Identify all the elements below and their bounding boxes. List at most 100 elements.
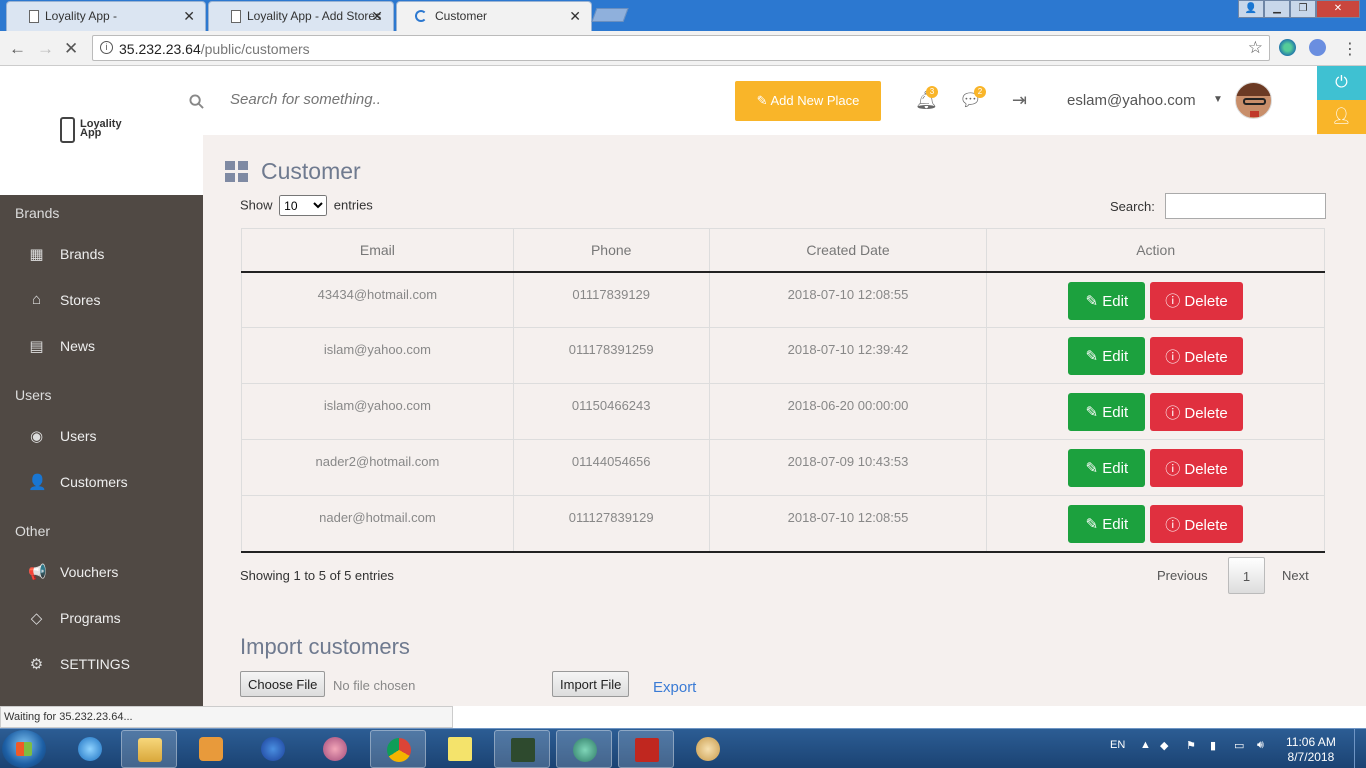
sidebar-section-users: Users: [15, 387, 52, 403]
sidebar-item-customers[interactable]: 👤 Customers: [0, 465, 203, 501]
newspaper-icon: ▤: [29, 338, 44, 355]
volume-icon[interactable]: 🔊︎: [1257, 739, 1264, 752]
delete-button[interactable]: ⓘ Delete: [1149, 393, 1243, 431]
new-tab-button[interactable]: [591, 8, 629, 22]
device-icon[interactable]: ▮: [1210, 739, 1216, 752]
edit-button[interactable]: ✎ Edit: [1068, 505, 1146, 543]
column-header-created-date[interactable]: Created Date: [708, 228, 988, 273]
info-icon[interactable]: i: [100, 41, 113, 54]
internet-explorer-icon[interactable]: [62, 730, 118, 768]
tab-title: Customer: [435, 9, 488, 23]
language-indicator[interactable]: EN: [1110, 739, 1125, 751]
forward-icon[interactable]: →: [37, 39, 54, 59]
menu-dots-icon[interactable]: ⋮: [1342, 39, 1358, 59]
sidebar-item-vouchers[interactable]: 📢 Vouchers: [0, 555, 203, 591]
power-icon[interactable]: ⏻: [1317, 66, 1366, 100]
cell-created-date: 2018-07-10 12:08:55: [708, 495, 988, 553]
browser-tabstrip: Loyality App - ✕ Loyality App - Add Stor…: [0, 0, 1366, 31]
avatar[interactable]: [1235, 82, 1272, 119]
question-circle-icon: ⓘ: [1165, 460, 1185, 478]
tray-arrow-icon[interactable]: ▲: [1140, 739, 1151, 751]
sidebar-item-stores[interactable]: ⌂ Stores: [0, 283, 203, 319]
chrome-icon[interactable]: [370, 730, 426, 768]
export-link[interactable]: Export: [653, 679, 696, 696]
atom-editor-icon[interactable]: [556, 730, 612, 768]
show-desktop-button[interactable]: [1354, 729, 1366, 768]
monitor-icon[interactable]: ▭: [1234, 739, 1244, 752]
add-new-place-button[interactable]: ✎ Add New Place: [735, 81, 881, 121]
terminal-icon[interactable]: [494, 730, 550, 768]
edit-button[interactable]: ✎ Edit: [1068, 337, 1146, 375]
window-controls: 👤 ▁ ❐ ✕: [1238, 0, 1360, 20]
browser-tab-active[interactable]: Customer ✕: [396, 1, 592, 31]
sidebar-section-other: Other: [15, 523, 51, 539]
stop-icon[interactable]: ✕: [64, 39, 78, 59]
column-header-email[interactable]: Email: [241, 228, 514, 273]
sidebar-item-news[interactable]: ▤ News: [0, 329, 203, 365]
browser-tab[interactable]: Loyality App - ✕: [6, 1, 206, 31]
delete-button[interactable]: ⓘ Delete: [1149, 505, 1243, 543]
pagination-page-current[interactable]: 1: [1228, 557, 1265, 594]
search-input[interactable]: [230, 91, 680, 108]
cell-email: nader@hotmail.com: [241, 495, 514, 553]
sticky-notes-icon[interactable]: [432, 730, 488, 768]
close-window-icon[interactable]: ✕: [1316, 0, 1360, 18]
filezilla-icon[interactable]: [618, 730, 674, 768]
firefox-icon[interactable]: [245, 730, 301, 768]
entries-select[interactable]: 10: [279, 195, 328, 216]
back-icon[interactable]: ←: [9, 39, 26, 59]
edit-button[interactable]: ✎ Edit: [1068, 449, 1146, 487]
delete-button[interactable]: ⓘ Delete: [1149, 449, 1243, 487]
url-host: 35.232.23.64: [119, 41, 201, 57]
flag-icon[interactable]: ⚑: [1186, 739, 1196, 752]
profile-icon[interactable]: 👤: [1238, 0, 1264, 18]
loading-spinner-icon: [415, 10, 427, 22]
showing-entries-info: Showing 1 to 5 of 5 entries: [240, 568, 394, 583]
file-status: No file chosen: [333, 678, 416, 693]
column-header-phone[interactable]: Phone: [512, 228, 710, 273]
file-explorer-icon[interactable]: [121, 730, 177, 768]
edit-button[interactable]: ✎ Edit: [1068, 393, 1146, 431]
media-player-icon[interactable]: [183, 730, 239, 768]
table-row: nader2@hotmail.com 01144054656 2018-07-0…: [241, 439, 1325, 496]
start-button[interactable]: [2, 730, 46, 768]
bookmark-star-icon[interactable]: ☆: [1248, 38, 1263, 58]
table-search-input[interactable]: [1165, 193, 1326, 219]
paint-palette-icon[interactable]: [680, 730, 736, 768]
pagination-next[interactable]: Next: [1282, 557, 1309, 594]
system-clock[interactable]: 11:06 AM 8/7/2018: [1286, 735, 1336, 765]
edit-button[interactable]: ✎ Edit: [1068, 281, 1146, 320]
extension-globe-icon[interactable]: [1279, 39, 1296, 56]
sidebar-item-settings[interactable]: ⚙ SETTINGS: [0, 647, 203, 683]
search-icon[interactable]: [189, 94, 204, 109]
browser-tab[interactable]: Loyality App - Add Stores ✕: [208, 1, 394, 31]
edit-icon: ✎: [1085, 404, 1103, 421]
extension-r-icon[interactable]: [1309, 39, 1326, 56]
import-file-button[interactable]: Import File: [552, 671, 630, 697]
paint-tool-icon[interactable]: [307, 730, 363, 768]
sidebar-item-programs[interactable]: ◇ Programs: [0, 601, 203, 637]
delete-button[interactable]: ⓘ Delete: [1149, 281, 1243, 320]
cell-created-date: 2018-07-10 12:08:55: [708, 271, 988, 328]
question-circle-icon: ⓘ: [1165, 293, 1185, 310]
minimize-icon[interactable]: ▁: [1264, 0, 1290, 18]
close-tab-icon[interactable]: ✕: [371, 8, 383, 25]
maximize-icon[interactable]: ❐: [1290, 0, 1316, 18]
url-field[interactable]: i 35.232.23.64/public/customers ☆: [92, 35, 1270, 61]
chevron-down-icon[interactable]: ▼: [1213, 94, 1223, 105]
choose-file-button[interactable]: Choose File: [240, 671, 326, 697]
delete-button[interactable]: ⓘ Delete: [1149, 337, 1243, 375]
pagination-previous[interactable]: Previous: [1157, 557, 1208, 594]
question-circle-icon: ⓘ: [1165, 404, 1185, 422]
close-tab-icon[interactable]: ✕: [183, 8, 195, 25]
sidebar: Brands ▦ Brands ⌂ Stores ▤ News Users ◉ …: [0, 195, 203, 706]
network-globe-icon[interactable]: ◆: [1160, 739, 1168, 752]
user-icon[interactable]: 👤︎: [1317, 100, 1366, 134]
logout-icon[interactable]: ⇥: [1012, 90, 1027, 111]
table-search-label: Search:: [1110, 199, 1155, 214]
close-tab-icon[interactable]: ✕: [569, 8, 581, 25]
user-email[interactable]: eslam@yahoo.com: [1067, 92, 1196, 109]
sidebar-item-users[interactable]: ◉ Users: [0, 419, 203, 455]
edit-icon: ✎: [1085, 348, 1103, 365]
sidebar-item-brands[interactable]: ▦ Brands: [0, 237, 203, 273]
